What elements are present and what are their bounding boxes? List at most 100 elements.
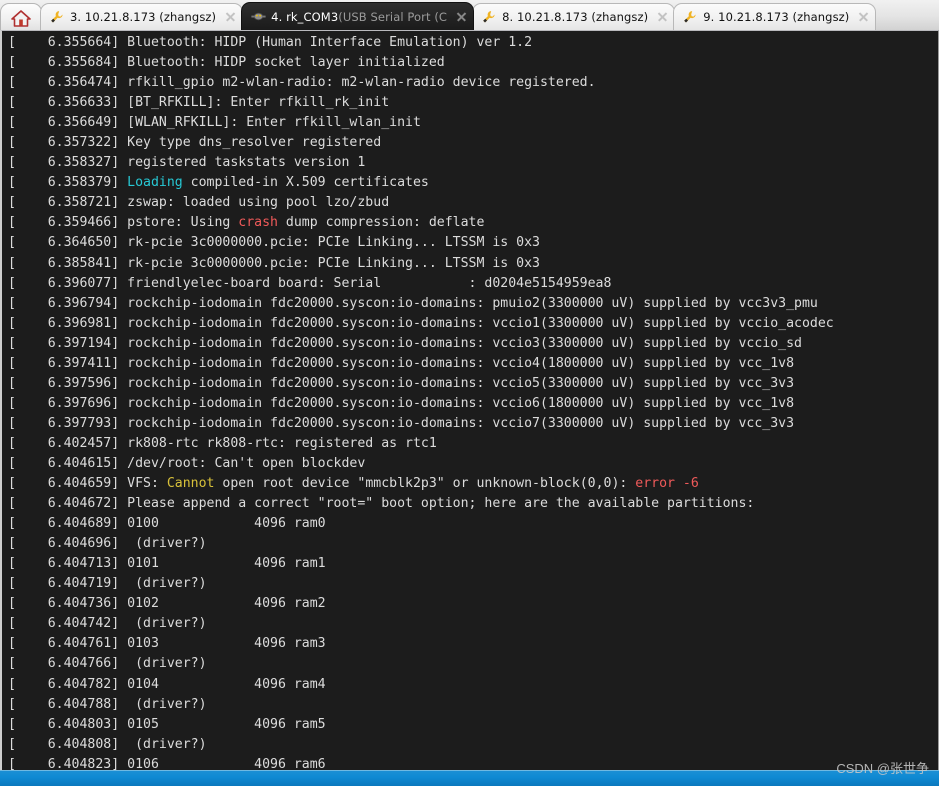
tab-session-3[interactable]: 3. 10.21.8.173 (zhangsz) xyxy=(40,3,244,30)
terminal-bracket-open: [ xyxy=(8,616,16,632)
terminal-timestamp: 6.397194 xyxy=(15,335,112,351)
terminal-message: 0102 4096 ram2 xyxy=(127,596,326,611)
terminal-message: (driver?) xyxy=(127,576,206,591)
terminal-line: [ 6.397411] rockchip-iodomain fdc20000.s… xyxy=(8,354,938,374)
terminal-bracket-open: [ xyxy=(8,636,16,652)
terminal-text-run: rk-pcie 3c0000000.pcie: PCIe Linking... … xyxy=(127,235,540,251)
tab-home[interactable] xyxy=(0,3,42,30)
terminal-line: [ 6.358721] zswap: loaded using pool lzo… xyxy=(8,193,938,213)
terminal-timestamp: 6.358327 xyxy=(15,155,112,171)
terminal-line: [ 6.397596] rockchip-iodomain fdc20000.s… xyxy=(8,374,938,394)
terminal-message: 0101 4096 ram1 xyxy=(127,556,326,571)
tab-session-9[interactable]: 9. 10.21.8.173 (zhangsz) xyxy=(673,3,877,30)
terminal-message: rockchip-iodomain fdc20000.syscon:io-dom… xyxy=(127,336,802,351)
terminal-output[interactable]: [ 6.355664] Bluetooth: HIDP (Human Inter… xyxy=(8,33,938,770)
terminal-bracket-close: ] xyxy=(111,155,128,171)
terminal-text-run: 0104 4096 ram4 xyxy=(127,676,326,692)
terminal-line: [ 6.397194] rockchip-iodomain fdc20000.s… xyxy=(8,334,938,354)
terminal-timestamp: 6.396794 xyxy=(15,295,112,311)
terminal-bracket-close: ] xyxy=(111,415,128,431)
terminal-text-run: friendlyelec-board board: Serial : d0204… xyxy=(127,275,612,291)
terminal-line: [ 6.404689] 0100 4096 ram0 xyxy=(8,514,938,534)
terminal-text-run: 0106 4096 ram6 xyxy=(127,756,326,770)
terminal-bracket-open: [ xyxy=(8,35,16,50)
terminal-message: 0103 4096 ram3 xyxy=(127,636,326,651)
terminal-timestamp: 6.404689 xyxy=(15,516,112,532)
terminal-line: [ 6.397696] rockchip-iodomain fdc20000.s… xyxy=(8,394,938,414)
terminal-text-run: zswap: loaded using pool lzo/zbud xyxy=(127,195,390,211)
terminal-timestamp: 6.397696 xyxy=(15,395,112,411)
home-icon xyxy=(11,10,31,27)
close-icon[interactable] xyxy=(224,11,236,23)
terminal-text-run: Please append a correct "root=" boot opt… xyxy=(127,496,755,512)
terminal-bracket-close: ] xyxy=(111,756,128,770)
terminal-message: registered taskstats version 1 xyxy=(127,155,365,170)
terminal-bracket-open: [ xyxy=(8,716,16,732)
terminal-bracket-open: [ xyxy=(8,175,16,191)
terminal-line: [ 6.396077] friendlyelec-board board: Se… xyxy=(8,274,938,294)
terminal-bracket-close: ] xyxy=(111,275,128,291)
terminal-line: [ 6.404766] (driver?) xyxy=(8,654,938,674)
tab-bar[interactable]: 3. 10.21.8.173 (zhangsz) 4. rk_COM3 (USB … xyxy=(0,0,939,30)
terminal-text-run: rockchip-iodomain fdc20000.syscon:io-dom… xyxy=(127,295,818,311)
terminal-text-run: dump compression: deflate xyxy=(277,215,485,231)
terminal-text-run: error xyxy=(635,476,675,492)
terminal-panel[interactable]: [ 6.355664] Bluetooth: HIDP (Human Inter… xyxy=(0,30,939,770)
terminal-bracket-open: [ xyxy=(8,235,16,251)
terminal-line: [ 6.404823] 0106 4096 ram6 xyxy=(8,755,938,770)
terminal-message: rfkill_gpio m2-wlan-radio: m2-wlan-radio… xyxy=(127,75,595,90)
terminal-timestamp: 6.404766 xyxy=(15,656,112,672)
terminal-line: [ 6.358327] registered taskstats version… xyxy=(8,153,938,173)
terminal-timestamp: 6.404696 xyxy=(15,536,112,552)
terminal-timestamp: 6.404803 xyxy=(15,716,112,732)
tab-session-8[interactable]: 8. 10.21.8.173 (zhangsz) xyxy=(472,3,676,30)
terminal-message: rockchip-iodomain fdc20000.syscon:io-dom… xyxy=(127,296,818,311)
terminal-bracket-close: ] xyxy=(111,295,128,311)
terminal-text-run: [BT_RFKILL]: Enter rfkill_rk_init xyxy=(127,95,390,111)
terminal-text-run: [WLAN_RFKILL]: Enter rfkill_wlan_init xyxy=(127,115,421,131)
terminal-text-run: 0102 4096 ram2 xyxy=(127,596,326,612)
tab-session-4[interactable]: 4. rk_COM3 (USB Serial Port (C xyxy=(241,2,475,30)
terminal-bracket-open: [ xyxy=(8,676,16,692)
terminal-timestamp: 6.358379 xyxy=(15,175,112,191)
close-icon[interactable] xyxy=(857,11,869,23)
terminal-timestamp: 6.404742 xyxy=(15,616,112,632)
terminal-bracket-open: [ xyxy=(8,596,16,612)
terminal-line: [ 6.356633] [BT_RFKILL]: Enter rfkill_rk… xyxy=(8,93,938,113)
close-icon[interactable] xyxy=(656,11,668,23)
terminal-timestamp: 6.404736 xyxy=(15,596,112,612)
terminal-bracket-open: [ xyxy=(8,415,16,431)
terminal-line: [ 6.364650] rk-pcie 3c0000000.pcie: PCIe… xyxy=(8,233,938,253)
close-icon[interactable] xyxy=(455,11,467,23)
terminal-bracket-open: [ xyxy=(8,335,16,351)
terminal-line: [ 6.357322] Key type dns_resolver regist… xyxy=(8,133,938,153)
terminal-bracket-close: ] xyxy=(111,375,128,391)
terminal-message: pstore: Using crash dump compression: de… xyxy=(127,215,484,230)
terminal-line: [ 6.356474] rfkill_gpio m2-wlan-radio: m… xyxy=(8,73,938,93)
tab-label-secondary: (USB Serial Port (C xyxy=(338,9,448,24)
terminal-text-run: -6 xyxy=(682,476,699,492)
terminal-bracket-close: ] xyxy=(111,195,128,211)
terminal-text-run: rk808-rtc rk808-rtc: registered as rtc1 xyxy=(127,435,437,451)
terminal-bracket-close: ] xyxy=(111,215,128,231)
terminal-line: [ 6.385841] rk-pcie 3c0000000.pcie: PCIe… xyxy=(8,254,938,274)
terminal-timestamp: 6.397596 xyxy=(15,375,112,391)
terminal-line: [ 6.404719] (driver?) xyxy=(8,574,938,594)
terminal-timestamp: 6.397793 xyxy=(15,415,112,431)
terminal-message: rockchip-iodomain fdc20000.syscon:io-dom… xyxy=(127,396,794,411)
terminal-bracket-close: ] xyxy=(111,716,128,732)
terminal-text-run: rockchip-iodomain fdc20000.syscon:io-dom… xyxy=(127,355,795,371)
terminal-line: [ 6.356649] [WLAN_RFKILL]: Enter rfkill_… xyxy=(8,113,938,133)
terminal-bracket-close: ] xyxy=(111,335,128,351)
terminal-bracket-open: [ xyxy=(8,576,16,592)
terminal-message: (driver?) xyxy=(127,737,206,752)
terminal-line: [ 6.404736] 0102 4096 ram2 xyxy=(8,594,938,614)
terminal-bracket-close: ] xyxy=(111,676,128,692)
terminal-message: rk808-rtc rk808-rtc: registered as rtc1 xyxy=(127,436,437,451)
terminal-message: rockchip-iodomain fdc20000.syscon:io-dom… xyxy=(127,316,834,331)
terminal-timestamp: 6.355684 xyxy=(15,55,112,71)
terminal-text-run: rockchip-iodomain fdc20000.syscon:io-dom… xyxy=(127,395,795,411)
terminal-bracket-close: ] xyxy=(111,115,128,131)
terminal-message: friendlyelec-board board: Serial : d0204… xyxy=(127,276,611,291)
terminal-bracket-close: ] xyxy=(111,315,128,331)
